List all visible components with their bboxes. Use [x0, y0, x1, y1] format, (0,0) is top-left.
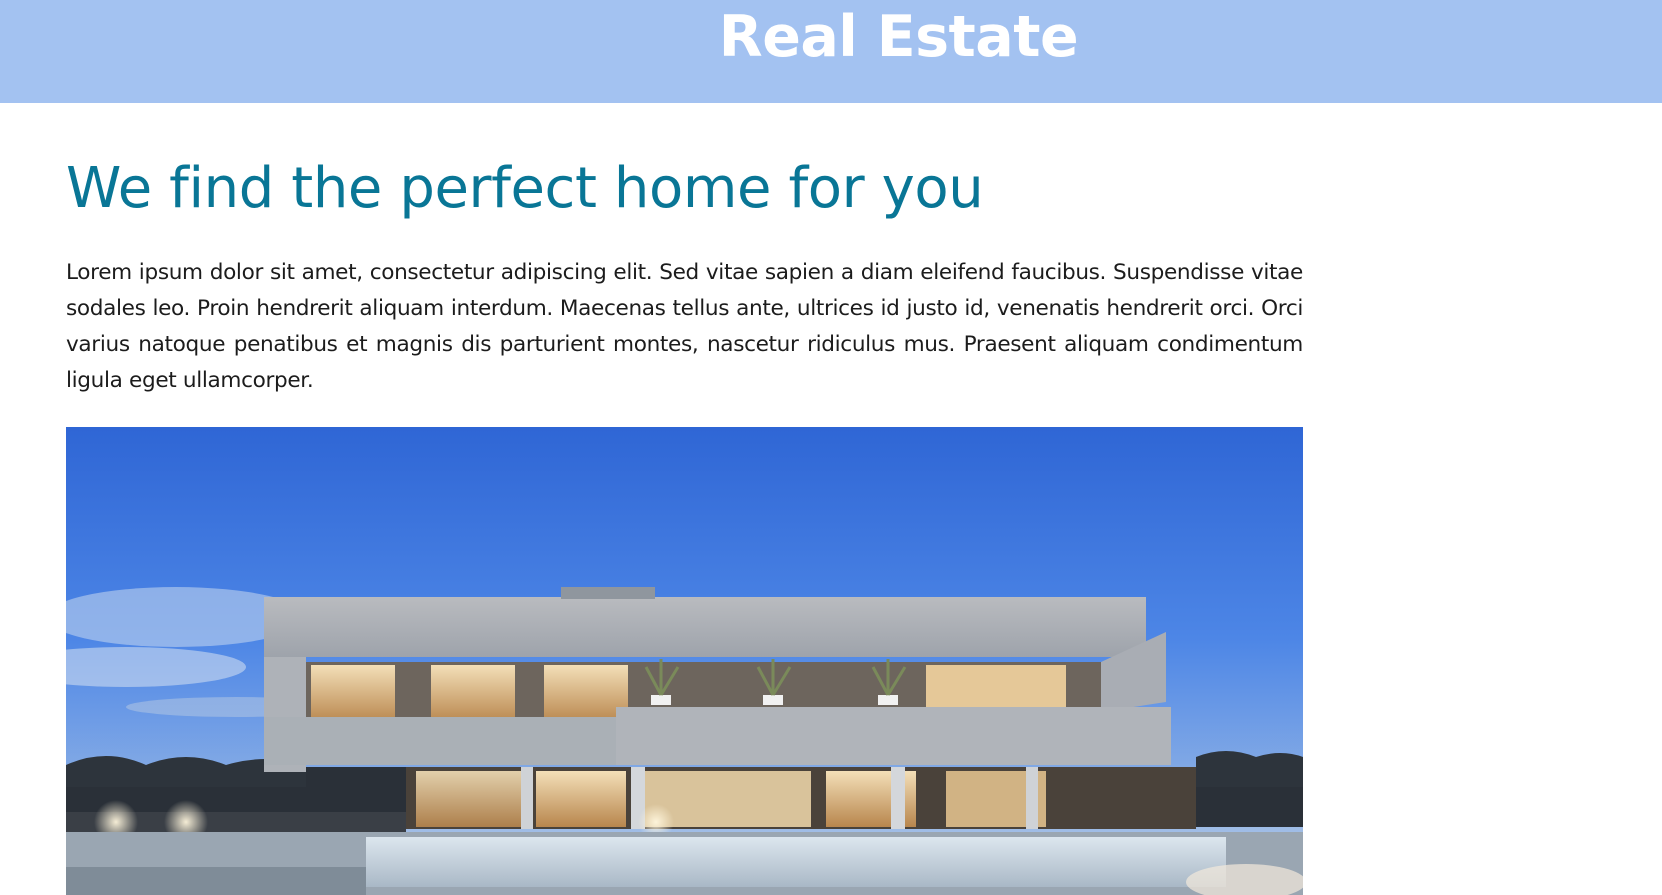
house-photo — [66, 427, 1303, 895]
intro-paragraph: Lorem ipsum dolor sit amet, consectetur … — [66, 260, 1303, 393]
main-content: We find the perfect home for you Lorem i… — [0, 103, 1662, 895]
site-header: Real Estate — [0, 0, 1662, 103]
hero-heading: We find the perfect home for you — [66, 156, 984, 221]
modern-house-image — [66, 427, 1303, 895]
site-title: Real Estate — [718, 4, 1079, 70]
